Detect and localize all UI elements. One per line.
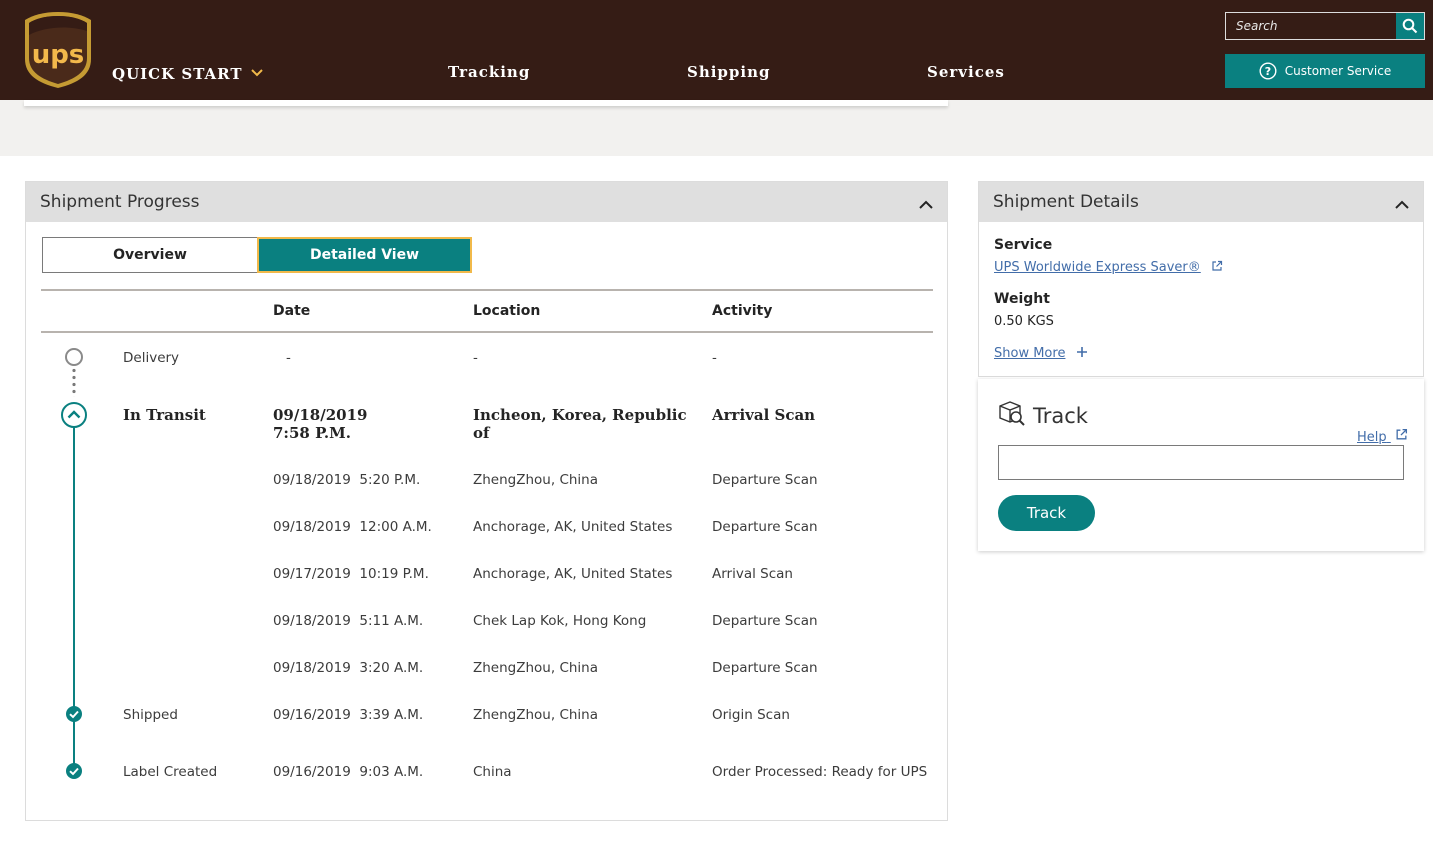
table-cell-activity: Departure Scan xyxy=(712,660,818,676)
table-cell-activity: Origin Scan xyxy=(712,707,790,723)
table-cell-location: - xyxy=(473,350,478,366)
table-cell-location: Anchorage, AK, United States xyxy=(473,566,673,582)
table-cell-location: Anchorage, AK, United States xyxy=(473,519,673,535)
table-cell-date: 09/16/2019 9:03 A.M. xyxy=(273,764,424,780)
weight-value: 0.50 KGS xyxy=(994,314,1054,329)
svg-text:ups: ups xyxy=(32,40,85,70)
svg-text:?: ? xyxy=(1265,65,1271,78)
overview-tab[interactable]: Overview xyxy=(42,237,257,273)
status-shipped: Shipped xyxy=(123,707,178,723)
nav-quick-start[interactable]: QUICK START xyxy=(112,63,263,83)
top-card-edge xyxy=(24,100,948,106)
track-title: Track xyxy=(1033,404,1088,428)
show-more-label: Show More xyxy=(994,346,1066,361)
table-cell-date: - xyxy=(286,350,291,366)
tracking-number-input[interactable] xyxy=(998,445,1404,480)
help-label: Help xyxy=(1357,430,1387,445)
nav-tracking[interactable]: Tracking xyxy=(448,63,530,81)
in-transit-chevron-icon xyxy=(61,402,87,428)
table-cell-location: ZhengZhou, China xyxy=(473,660,599,676)
table-cell-location: ZhengZhou, China xyxy=(473,707,599,723)
package-search-icon xyxy=(999,401,1025,426)
timeline-dots xyxy=(72,367,76,397)
table-cell-date: 09/17/2019 10:19 P.M. xyxy=(273,566,429,582)
table-cell-date: 09/18/2019 5:11 A.M. xyxy=(273,613,424,629)
status-delivery: Delivery xyxy=(123,350,180,366)
table-cell-activity: Order Processed: Ready for UPS xyxy=(712,764,928,780)
table-cell-activity: - xyxy=(712,350,717,366)
table-cell-location: ZhengZhou, China xyxy=(473,472,599,488)
weight-label: Weight xyxy=(994,291,1050,307)
table-cell-location: Incheon, Korea, Republic of xyxy=(473,406,687,442)
table-cell-date: 09/18/2019 3:20 A.M. xyxy=(273,660,424,676)
table-cell-date: 09/18/2019 5:20 P.M. xyxy=(273,472,421,488)
nav-services[interactable]: Services xyxy=(927,63,1005,81)
column-header-date: Date xyxy=(273,303,311,319)
location-line-2: of xyxy=(473,424,490,442)
site-header: ups QUICK START Tracking Shipping Servic… xyxy=(0,0,1433,100)
location-line-1: Incheon, Korea, Republic xyxy=(473,406,687,424)
table-divider xyxy=(41,289,933,291)
shipment-progress-header[interactable]: Shipment Progress xyxy=(26,182,947,222)
status-label-created: Label Created xyxy=(123,764,218,780)
help-link[interactable]: Help xyxy=(1357,428,1408,445)
column-header-activity: Activity xyxy=(712,303,773,319)
table-cell-date: 09/18/2019 12:00 A.M. xyxy=(273,519,432,535)
table-cell-activity: Arrival Scan xyxy=(712,406,816,424)
ups-logo[interactable]: ups xyxy=(24,11,92,89)
service-label: Service xyxy=(994,237,1053,253)
nav-shipping[interactable]: Shipping xyxy=(687,63,771,81)
table-cell-date: 09/16/2019 3:39 A.M. xyxy=(273,707,424,723)
grey-band xyxy=(0,100,1433,156)
status-in-transit: In Transit xyxy=(123,406,206,424)
table-cell-activity: Arrival Scan xyxy=(712,566,793,582)
shipment-details-title: Shipment Details xyxy=(993,192,1139,212)
time-text: 7:58 P.M. xyxy=(273,424,351,442)
view-toggle: Overview Detailed View xyxy=(42,237,472,273)
search-box xyxy=(1225,12,1425,40)
search-input[interactable] xyxy=(1226,13,1396,39)
help-circle-icon: ? xyxy=(1259,62,1277,80)
show-more-link[interactable]: Show More xyxy=(994,346,1088,361)
shipment-progress-title: Shipment Progress xyxy=(40,192,200,212)
table-cell-activity: Departure Scan xyxy=(712,519,818,535)
table-cell-activity: Departure Scan xyxy=(712,613,818,629)
column-header-location: Location xyxy=(473,303,541,319)
chevron-down-icon xyxy=(250,63,263,81)
track-button[interactable]: Track xyxy=(998,495,1095,531)
shipment-details-panel: Shipment Details Service UPS Worldwide E… xyxy=(978,181,1424,377)
shipment-progress-panel: Shipment Progress Overview Detailed View… xyxy=(25,181,948,821)
nav-quick-start-label: QUICK START xyxy=(112,65,243,83)
service-link[interactable]: UPS Worldwide Express Saver® xyxy=(994,260,1201,275)
chevron-up-icon[interactable] xyxy=(919,195,933,215)
chevron-up-icon[interactable] xyxy=(1395,195,1409,215)
date-text: 09/18/2019 xyxy=(273,406,368,424)
plus-icon xyxy=(1076,347,1087,357)
service-value: UPS Worldwide Express Saver® xyxy=(994,260,1223,275)
table-cell-location: Chek Lap Kok, Hong Kong xyxy=(473,613,647,629)
label-created-check-icon xyxy=(66,763,82,779)
track-card: Track Help Track xyxy=(978,379,1424,551)
table-cell-activity: Departure Scan xyxy=(712,472,818,488)
external-link-icon xyxy=(1396,428,1407,440)
external-link-icon xyxy=(1212,260,1223,271)
customer-service-button[interactable]: ? Customer Service xyxy=(1225,54,1425,88)
table-cell-date: 09/18/2019 7:58 P.M. xyxy=(273,406,367,442)
search-button[interactable] xyxy=(1396,13,1424,39)
detailed-view-tab[interactable]: Detailed View xyxy=(257,237,472,273)
shipped-check-icon xyxy=(66,706,82,722)
search-icon xyxy=(1402,18,1418,34)
table-cell-location: China xyxy=(473,764,512,780)
delivery-circle-icon xyxy=(65,348,83,366)
customer-service-label: Customer Service xyxy=(1284,64,1392,78)
table-divider xyxy=(41,331,933,333)
shipment-details-header[interactable]: Shipment Details xyxy=(979,182,1423,222)
